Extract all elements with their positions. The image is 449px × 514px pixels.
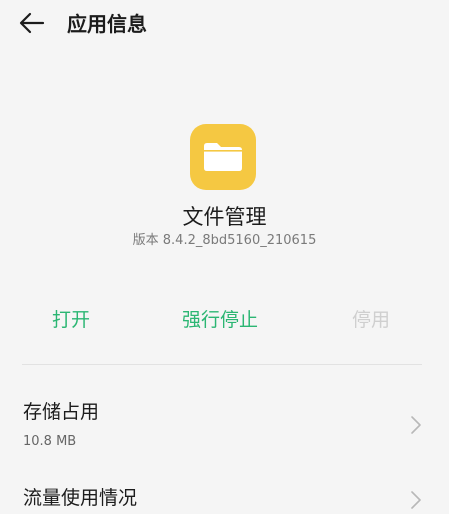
page-title: 应用信息 — [67, 12, 147, 36]
divider — [22, 364, 422, 365]
chevron-right-icon — [410, 415, 422, 435]
back-arrow-icon[interactable] — [18, 11, 46, 35]
app-bar: 应用信息 — [0, 0, 449, 48]
storage-usage-title: 存储占用 — [23, 401, 100, 423]
app-version: 版本 8.4.2_8bd5160_210615 — [132, 233, 317, 248]
chevron-right-icon — [410, 490, 422, 510]
open-button[interactable]: 打开 — [52, 306, 90, 334]
folder-icon — [190, 124, 256, 190]
storage-usage-value: 10.8 MB — [23, 434, 77, 449]
force-stop-button[interactable]: 强行停止 — [182, 306, 258, 334]
disable-button: 停用 — [352, 309, 391, 331]
storage-usage-item[interactable]: 存储占用 10.8 MB — [0, 392, 449, 458]
data-usage-title: 流量使用情况 — [23, 487, 138, 509]
app-name: 文件管理 — [182, 205, 267, 229]
data-usage-item[interactable]: 流量使用情况 — [0, 474, 449, 514]
